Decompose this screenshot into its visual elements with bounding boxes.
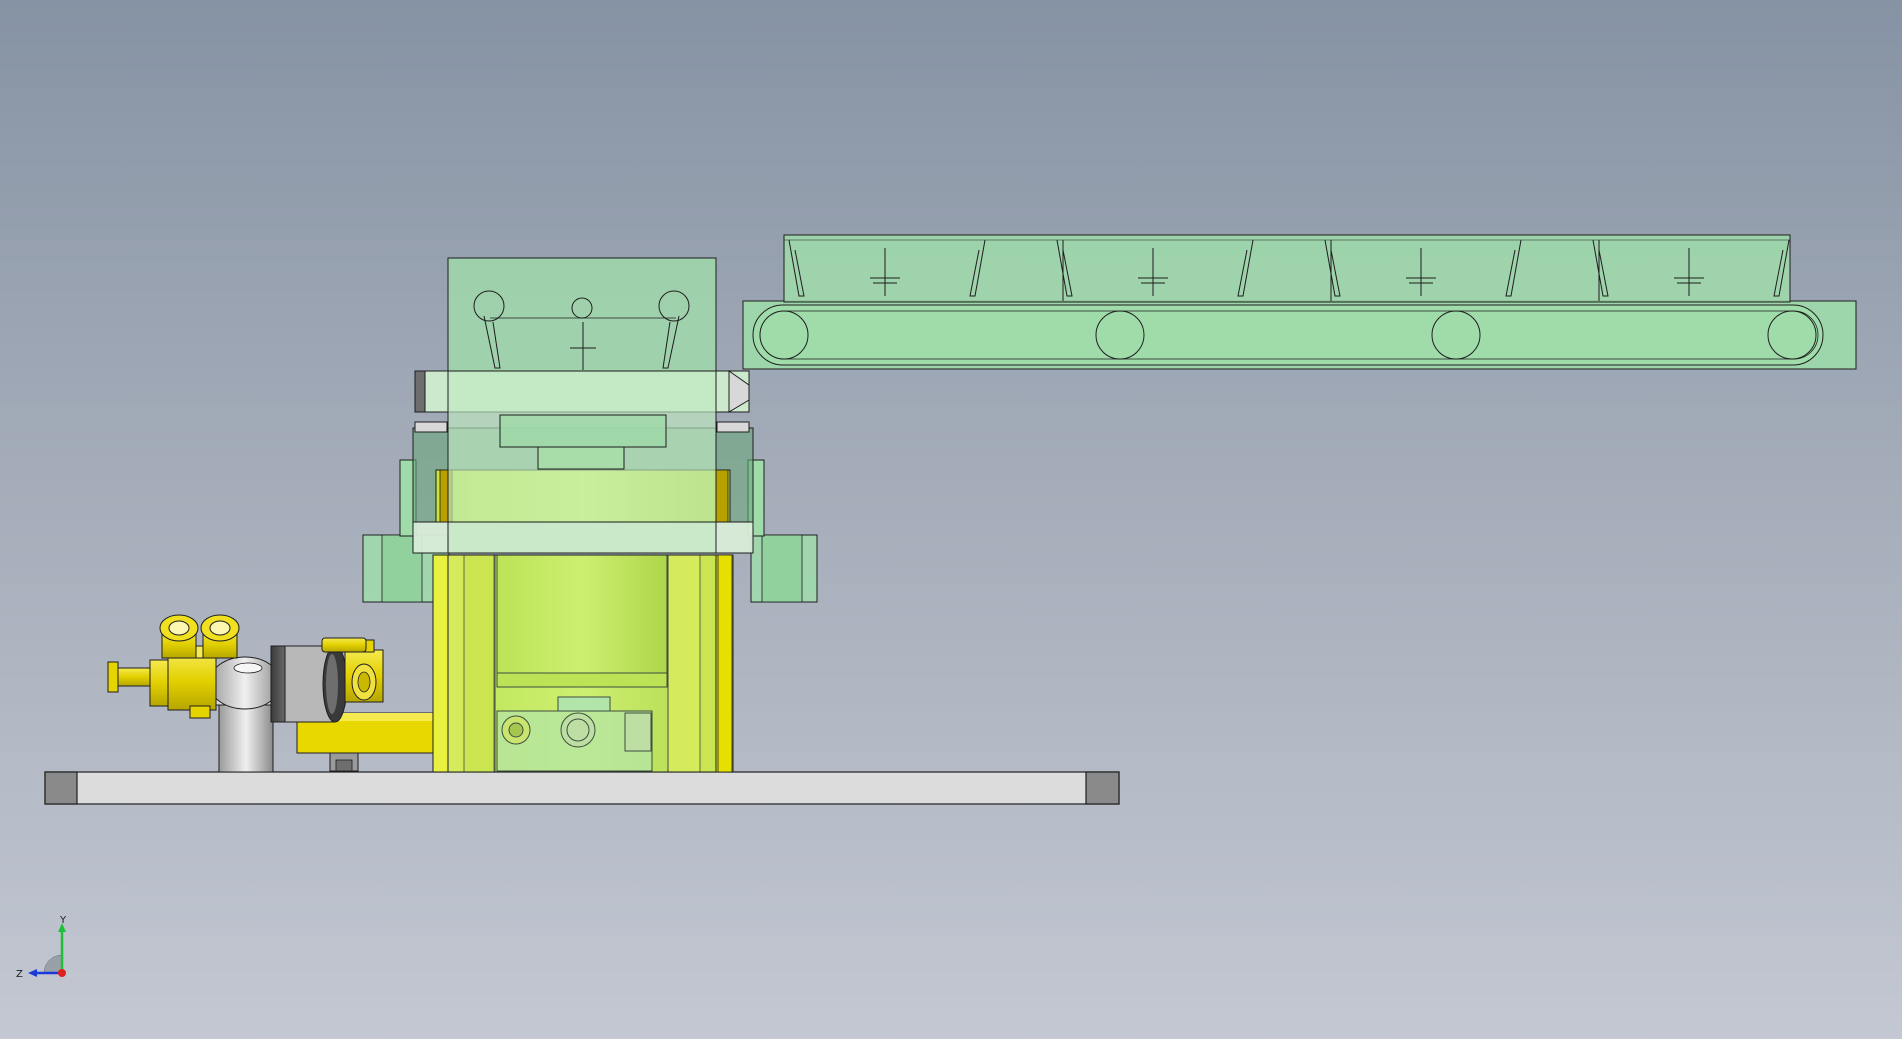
cad-model-view[interactable]	[0, 0, 1902, 1039]
graphics-viewport[interactable]: Y Z	[0, 0, 1902, 1039]
y-axis-label: Y	[59, 915, 67, 926]
z-axis-arrow-icon	[28, 969, 37, 977]
origin-dot	[58, 969, 66, 977]
vertical-housing[interactable]	[412, 257, 754, 773]
base-plate[interactable]	[44, 771, 1120, 805]
conveyor-belt[interactable]	[742, 300, 1857, 370]
z-axis-label: Z	[16, 969, 23, 980]
orientation-triad: Y Z	[16, 915, 67, 980]
conveyor-cleats[interactable]	[783, 234, 1791, 303]
